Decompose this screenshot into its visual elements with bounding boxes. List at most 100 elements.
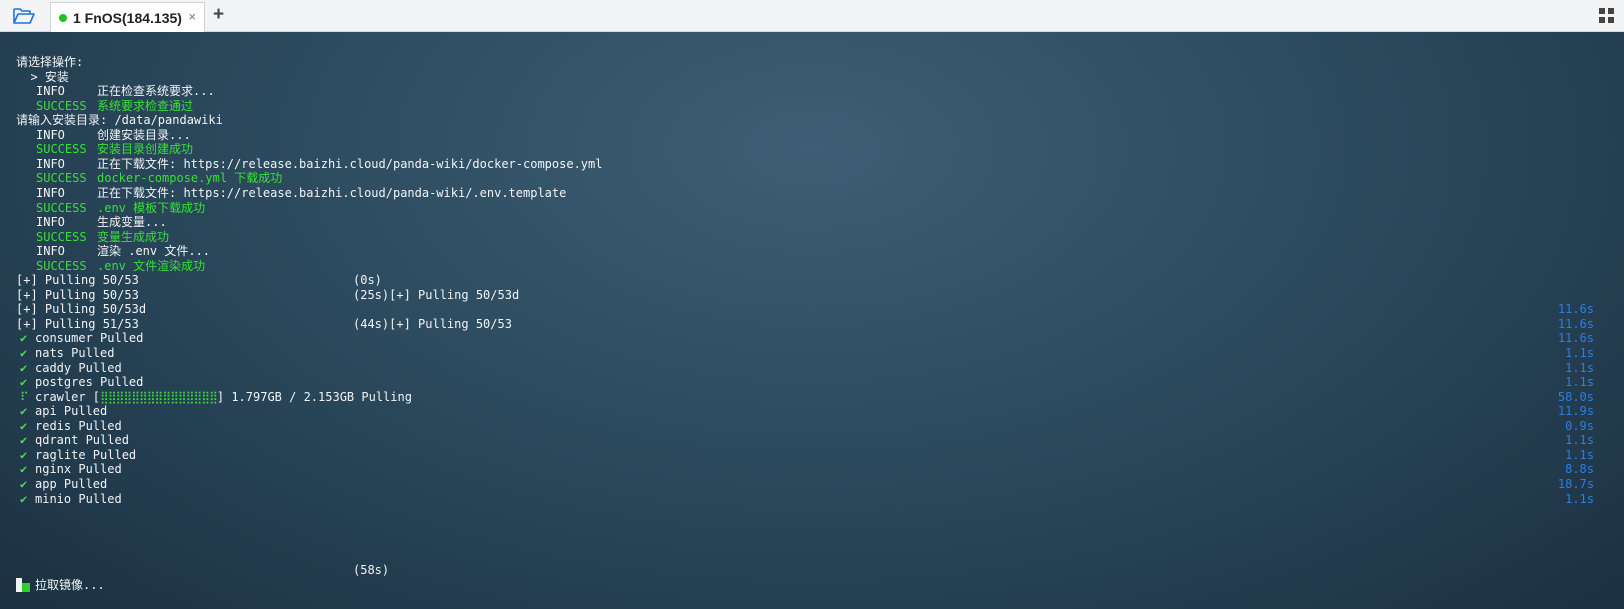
plus-icon[interactable]: + <box>213 4 224 26</box>
terminal-line: INFO 渲染 .env 文件... <box>16 244 1608 259</box>
terminal-line: [+] Pulling 50/53d 11.6s <box>16 302 1608 317</box>
terminal-line: ✔ postgres Pulled 1.1s <box>16 375 1608 390</box>
log-message: .env 文件渲染成功 <box>97 258 206 273</box>
log-message: 渲染 .env 文件... <box>97 244 211 259</box>
log-message: 创建安装目录... <box>97 127 191 142</box>
image-pull-status: crawler [⣿⣿⣿⣿⣿⣿⣿⣿⣿⣿⣿⣿⣿⣿⣿] 1.797GB / 2.15… <box>35 390 412 405</box>
log-level: INFO <box>36 127 65 142</box>
log-level: SUCCESS <box>36 258 87 273</box>
pull-duration: 1.1s <box>1565 433 1594 448</box>
terminal-output[interactable]: 请选择操作: > 安装 INFO 正在检查系统要求... SUCCESS 系统要求检查通… <box>0 32 1624 609</box>
check-icon: ✔ <box>20 447 28 462</box>
output-text: > 安装 <box>16 69 69 84</box>
terminal-line: SUCCESS 变量生成成功 <box>16 230 1608 245</box>
image-pull-status: api Pulled <box>35 404 107 419</box>
image-pull-status: qdrant Pulled <box>35 433 129 448</box>
terminal-line: ✔ minio Pulled 1.1s <box>16 492 1608 507</box>
folder-open-icon[interactable] <box>12 5 36 27</box>
terminal-line: ✔ consumer Pulled 11.6s <box>16 331 1608 346</box>
tab-session[interactable]: 1 FnOS(184.135) × <box>50 2 205 32</box>
terminal-line: INFO 创建安装目录... <box>16 128 1608 143</box>
image-pull-status: nats Pulled <box>35 346 114 361</box>
terminal-line: SUCCESS .env 模板下载成功 <box>16 201 1608 216</box>
log-level: INFO <box>36 215 65 230</box>
log-level: SUCCESS <box>36 200 87 215</box>
terminal-line: INFO 生成变量... <box>16 215 1608 230</box>
image-name: caddy Pulled <box>35 360 122 375</box>
image-name: api Pulled <box>35 404 108 419</box>
image-name: nginx Pulled <box>35 462 122 477</box>
status-time: (58s) <box>353 563 390 577</box>
terminal-line: [+] Pulling 50/53 (0s) <box>16 273 1608 288</box>
close-icon[interactable]: × <box>188 9 196 24</box>
check-icon: ✔ <box>20 476 28 491</box>
log-message: 安装目录创建成功 <box>97 142 194 157</box>
status-text: 拉取镜像... <box>35 578 105 592</box>
image-name: postgres Pulled <box>35 375 144 390</box>
image-name: redis Pulled <box>35 418 122 433</box>
log-message: 正在下载文件: https://release.baizhi.cloud/pan… <box>97 185 567 200</box>
pull-duration: 1.1s <box>1565 491 1594 506</box>
terminal-line: INFO 正在下载文件: https://release.baizhi.cloud… <box>16 186 1608 201</box>
tab-title: 1 FnOS(184.135) <box>73 9 182 26</box>
layout-grid-icon[interactable] <box>1598 7 1615 24</box>
terminal-line: SUCCESS .env 文件渲染成功 <box>16 259 1608 274</box>
tab-bar: 1 FnOS(184.135) × + <box>0 0 1624 32</box>
log-message: .env 模板下载成功 <box>97 200 206 215</box>
terminal-line: 请选择操作: <box>16 55 1608 70</box>
log-level: SUCCESS <box>36 98 87 113</box>
spinner-icon: ⠏ <box>20 389 29 404</box>
pull-duration: 11.6s <box>1557 302 1594 317</box>
check-icon: ✔ <box>20 331 28 346</box>
pull-duration: 8.8s <box>1565 462 1594 477</box>
pull-duration: 58.0s <box>1557 389 1594 404</box>
pull-duration: 11.9s <box>1557 404 1594 419</box>
terminal-line: ✔ redis Pulled 0.9s <box>16 419 1608 434</box>
log-level: SUCCESS <box>36 171 87 186</box>
pull-duration: 18.7s <box>1557 476 1594 491</box>
image-name: consumer Pulled <box>35 331 144 346</box>
image-pull-status: postgres Pulled <box>35 375 143 390</box>
output-text: 请选择操作: <box>16 55 84 69</box>
pull-duration: 11.6s <box>1557 316 1594 331</box>
log-level: SUCCESS <box>36 142 87 157</box>
log-message: 正在检查系统要求... <box>97 84 215 99</box>
elapsed-time: (25s)[+] Pulling 50/53d <box>353 287 520 302</box>
image-name: app Pulled <box>35 476 108 491</box>
pull-duration: 1.1s <box>1565 360 1594 375</box>
image-pull-status: raglite Pulled <box>35 448 136 463</box>
output-text: [+] Pulling 50/53 <box>16 273 139 288</box>
log-level: INFO <box>36 244 65 259</box>
log-level: INFO <box>36 185 65 200</box>
terminal-line: ✔ raglite Pulled 1.1s <box>16 448 1608 463</box>
log-message: 系统要求检查通过 <box>97 98 194 113</box>
check-icon: ✔ <box>20 375 28 390</box>
log-message: 正在下载文件: https://release.baizhi.cloud/pan… <box>97 156 603 171</box>
progress-text: ] 1.797GB / 2.153GB Pulling <box>216 389 412 404</box>
pull-duration: 1.1s <box>1565 346 1594 360</box>
terminal-line: ✔ api Pulled 11.9s <box>16 404 1608 419</box>
check-icon: ✔ <box>20 418 28 433</box>
terminal-line: ✔ nginx Pulled 8.8s <box>16 462 1608 477</box>
check-icon: ✔ <box>20 462 28 477</box>
output-text: 请输入安装目录: /data/pandawiki <box>16 113 223 128</box>
check-icon: ✔ <box>20 491 28 506</box>
log-message: 生成变量... <box>97 215 167 230</box>
terminal-line: ⠏ crawler [⣿⣿⣿⣿⣿⣿⣿⣿⣿⣿⣿⣿⣿⣿⣿] 1.797GB / 2.1… <box>16 390 1608 405</box>
image-pull-status: consumer Pulled <box>35 331 143 346</box>
log-message: 变量生成成功 <box>97 229 170 244</box>
elapsed-time: (0s) <box>353 273 382 288</box>
terminal-line: INFO 正在检查系统要求... <box>16 84 1608 99</box>
image-name: minio Pulled <box>35 491 122 506</box>
image-pull-status: minio Pulled <box>35 492 122 507</box>
pull-duration: 1.1s <box>1565 447 1594 462</box>
terminal-line: [+] Pulling 50/53 (25s)[+] Pulling 50/53d <box>16 288 1608 303</box>
pull-duration: 11.6s <box>1557 331 1594 346</box>
pull-duration: 1.1s <box>1565 375 1594 390</box>
log-message: docker-compose.yml 下载成功 <box>97 171 283 186</box>
terminal-line: > 安装 <box>16 70 1608 85</box>
terminal-line: ✔ nats Pulled 1.1s <box>16 346 1608 361</box>
terminal-line: ✔ app Pulled 18.7s <box>16 477 1608 492</box>
progress-bar: ⣿⣿⣿⣿⣿⣿⣿⣿⣿⣿⣿⣿⣿⣿⣿ <box>100 389 218 404</box>
elapsed-time: (44s)[+] Pulling 50/53 <box>353 316 512 331</box>
